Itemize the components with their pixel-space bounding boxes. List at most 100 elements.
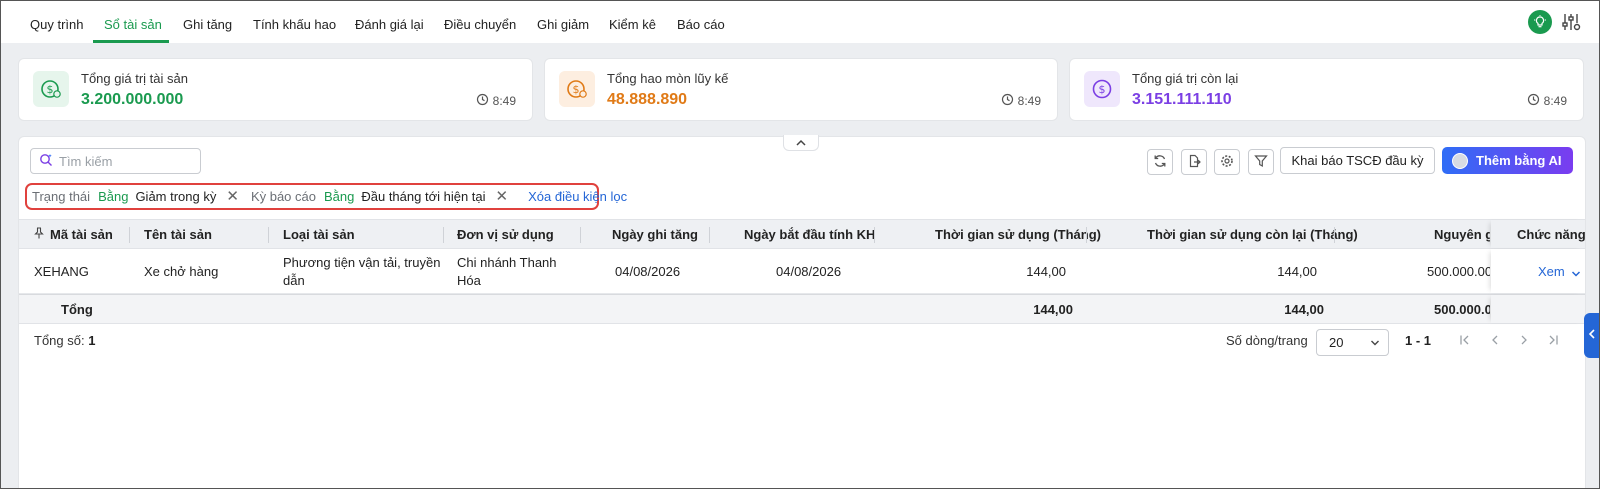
- col-date-added[interactable]: Ngày ghi tăng: [612, 220, 698, 250]
- card-label: Tổng giá trị tài sản: [81, 71, 188, 86]
- clock-refresh-icon: [1527, 93, 1540, 109]
- card-value: 3.151.111.110: [1132, 91, 1232, 108]
- ai-avatar-icon: [1452, 152, 1468, 169]
- chevron-down-icon[interactable]: [1571, 266, 1581, 281]
- last-page-icon[interactable]: [1546, 333, 1560, 347]
- lightbulb-icon[interactable]: [1528, 10, 1552, 34]
- rows-per-page-select[interactable]: 20: [1316, 329, 1389, 356]
- export-button[interactable]: [1181, 149, 1207, 175]
- card-timestamp: 8:49: [1527, 93, 1567, 109]
- svg-text:$: $: [1099, 83, 1106, 96]
- money-decline-icon: $: [559, 71, 595, 107]
- table-totals-row: Tổng 144,00 144,00 500.000.000: [19, 294, 1585, 324]
- card-timestamp: 8:49: [1001, 93, 1041, 109]
- settings-button[interactable]: [1214, 149, 1240, 175]
- column-divider: [443, 227, 444, 243]
- table-header: Mã tài sản Tên tài sản Loại tài sản Đơn …: [19, 219, 1586, 250]
- column-divider: [580, 227, 581, 243]
- column-divider: [1334, 227, 1335, 243]
- side-panel-toggle[interactable]: [1584, 313, 1600, 358]
- col-asset-code[interactable]: Mã tài sản: [50, 220, 113, 250]
- cell-depreciation-start: 04/08/2026: [776, 264, 842, 279]
- card-time-text: 8:49: [1543, 94, 1567, 108]
- clock-refresh-icon: [476, 93, 489, 109]
- cell-usage-months: 144,00: [1026, 264, 1066, 279]
- svg-text:$: $: [573, 83, 580, 96]
- next-page-icon[interactable]: [1517, 333, 1531, 347]
- ai-search-icon: [39, 153, 53, 170]
- totals-label: Tổng: [61, 302, 93, 317]
- total-remaining-months: 144,00: [1284, 302, 1324, 317]
- collapse-summary-button[interactable]: [783, 135, 819, 151]
- active-tab-indicator: [93, 40, 169, 43]
- total-asset-value-card: $ Tổng giá trị tài sản 3.200.000.000 8:4…: [18, 58, 533, 121]
- refresh-button[interactable]: [1147, 149, 1173, 175]
- card-time-text: 8:49: [1017, 94, 1041, 108]
- tab-so-tai-san[interactable]: Sổ tài sản: [104, 0, 162, 43]
- col-depreciation-start[interactable]: Ngày bắt đầu tính KH: [744, 220, 875, 250]
- filter-field: Trạng thái: [32, 189, 91, 204]
- export-icon: [1187, 154, 1201, 171]
- tab-bao-cao[interactable]: Báo cáo: [677, 0, 725, 43]
- card-time-text: 8:49: [492, 94, 516, 108]
- view-link[interactable]: Xem: [1538, 264, 1565, 279]
- declare-opening-assets-button[interactable]: Khai báo TSCĐ đầu kỳ: [1280, 147, 1435, 174]
- add-with-ai-button[interactable]: Thêm bằng AI: [1442, 147, 1573, 174]
- clear-filters-link[interactable]: Xóa điều kiện lọc: [528, 189, 627, 204]
- total-count: Tổng số: 1: [34, 333, 95, 348]
- card-value: 3.200.000.000: [81, 91, 184, 108]
- chevron-left-icon: [1588, 328, 1596, 343]
- tab-danh-gia-lai[interactable]: Đánh giá lại: [355, 0, 424, 43]
- rows-per-page-value: 20: [1329, 335, 1344, 350]
- search-box[interactable]: [30, 148, 201, 174]
- cell-unit-line1: Chi nhánh Thanh: [457, 255, 557, 270]
- tab-kiem-ke[interactable]: Kiểm kê: [609, 0, 656, 43]
- total-usage-months: 144,00: [1033, 302, 1073, 317]
- search-input[interactable]: [59, 153, 189, 169]
- svg-text:$: $: [47, 83, 54, 96]
- filter-operator: Bằng: [323, 189, 355, 204]
- chevron-up-icon: [795, 135, 807, 150]
- remove-filter-icon[interactable]: ✕: [226, 189, 239, 204]
- tab-ghi-giam[interactable]: Ghi giảm: [537, 0, 589, 43]
- col-original-cost[interactable]: Nguyên giá: [1434, 220, 1490, 250]
- col-remaining-months[interactable]: Thời gian sử dụng còn lại (Tháng): [1147, 220, 1358, 250]
- top-navigation: Quy trình Sổ tài sản Ghi tăng Tính khấu …: [0, 0, 1600, 43]
- cell-remaining-months: 144,00: [1277, 264, 1317, 279]
- filter-value: Giảm trong kỳ: [135, 189, 217, 204]
- total-original-cost-clip: 500.000.000: [1349, 295, 1490, 325]
- table-row[interactable]: XEHANG Xe chở hàng Phương tiện vận tải, …: [19, 249, 1585, 294]
- total-count-value: 1: [88, 333, 96, 348]
- previous-page-icon[interactable]: [1488, 333, 1502, 347]
- filter-value: Đầu tháng tới hiện tại: [361, 189, 486, 204]
- sticky-action-header: Chức năng: [1491, 220, 1586, 248]
- first-page-icon[interactable]: [1458, 333, 1472, 347]
- col-asset-name[interactable]: Tên tài sản: [144, 220, 212, 250]
- column-divider: [709, 227, 710, 243]
- remove-filter-icon[interactable]: ✕: [496, 189, 509, 204]
- cell-original-cost: 500.000.000: [1427, 264, 1490, 279]
- page-range: 1 - 1: [1405, 333, 1432, 348]
- accumulated-depreciation-card: $ Tổng hao mòn lũy kế 48.888.890 8:49: [544, 58, 1058, 121]
- tab-quy-trinh[interactable]: Quy trình: [30, 0, 83, 43]
- tab-dieu-chuyen[interactable]: Điều chuyển: [444, 0, 516, 43]
- active-filters: Trạng thái Bằng Giảm trong kỳ ✕ Kỳ báo c…: [25, 183, 627, 210]
- tab-tinh-khau-hao[interactable]: Tính khấu hao: [253, 0, 336, 43]
- chevron-down-icon: [1370, 335, 1380, 350]
- col-usage-months[interactable]: Thời gian sử dụng (Tháng): [935, 220, 1101, 250]
- col-using-unit[interactable]: Đơn vị sử dụng: [457, 220, 554, 250]
- column-divider: [1086, 227, 1087, 243]
- tab-ghi-tang[interactable]: Ghi tăng: [183, 0, 232, 43]
- clock-refresh-icon: [1001, 93, 1014, 109]
- col-actions: Chức năng: [1517, 227, 1586, 242]
- filter-button[interactable]: [1248, 149, 1274, 175]
- cell-asset-type-line1: Phương tiện vận tải, truyền: [283, 255, 441, 270]
- filter-operator: Bằng: [98, 189, 129, 204]
- sliders-icon[interactable]: [1560, 11, 1582, 33]
- column-divider: [129, 227, 130, 243]
- remaining-value-card: $ Tổng giá trị còn lại 3.151.111.110 8:4…: [1069, 58, 1584, 121]
- col-asset-type[interactable]: Loại tài sản: [283, 220, 355, 250]
- cell-date-added: 04/08/2026: [615, 264, 681, 279]
- cell-asset-name: Xe chở hàng: [144, 264, 219, 279]
- pin-icon[interactable]: [34, 220, 44, 250]
